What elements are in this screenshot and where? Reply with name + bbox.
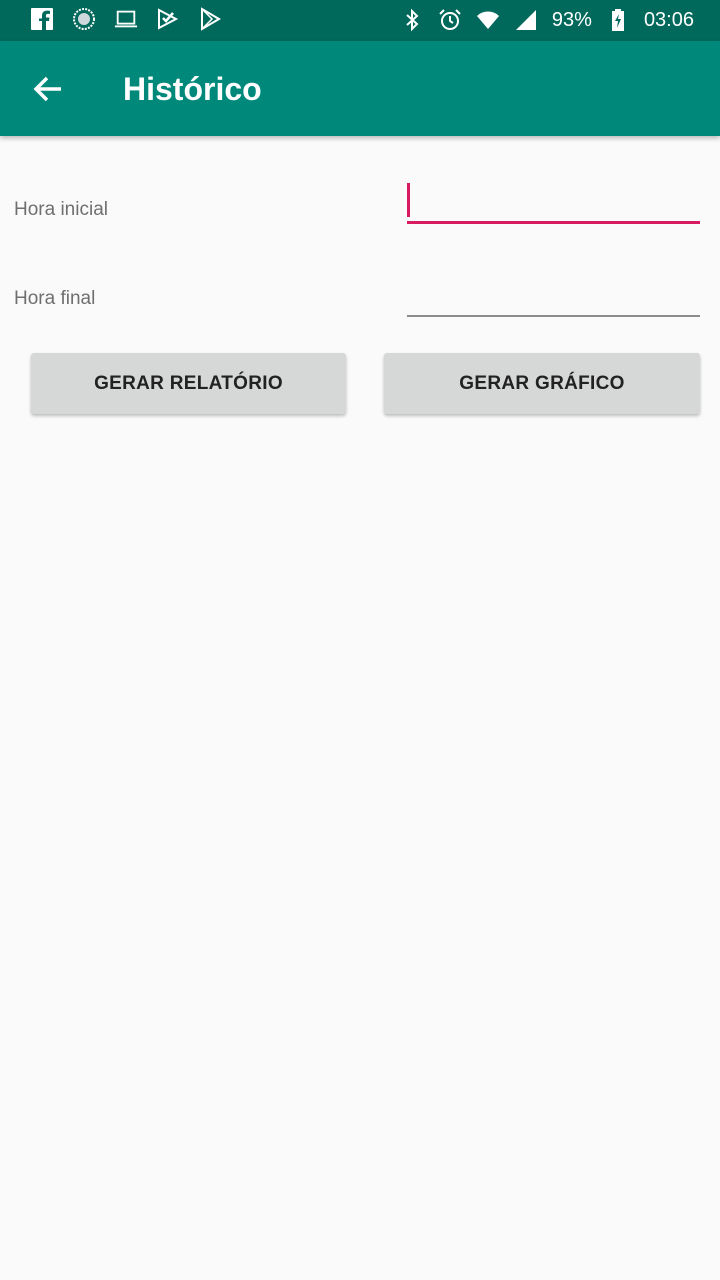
globe-icon xyxy=(73,8,95,30)
battery-icon xyxy=(611,9,624,31)
start-time-underline xyxy=(407,221,700,224)
arrow-back-icon[interactable] xyxy=(28,69,68,109)
notification-icons xyxy=(30,7,222,31)
tasks-icon xyxy=(158,8,179,30)
app-bar: Histórico xyxy=(0,41,720,136)
start-time-label: Hora inicial xyxy=(14,199,108,220)
end-time-label: Hora final xyxy=(14,288,96,309)
status-bar: 93% 03:06 xyxy=(0,0,720,41)
text-cursor xyxy=(407,183,410,217)
page-title: Histórico xyxy=(123,71,262,107)
clock: 03:06 xyxy=(643,9,694,31)
play-store-icon xyxy=(201,7,221,31)
end-time-input[interactable] xyxy=(407,280,700,317)
wifi-icon xyxy=(476,11,499,29)
alarm-icon xyxy=(439,9,461,30)
system-icons: 93% 03:06 xyxy=(400,7,694,33)
signal-icon xyxy=(515,10,536,30)
facebook-icon xyxy=(31,8,53,30)
laptop-icon xyxy=(114,10,138,28)
bluetooth-icon xyxy=(406,8,419,32)
generate-report-button[interactable]: GERAR RELATÓRIO xyxy=(31,353,346,414)
battery-percent: 93% xyxy=(551,9,592,31)
end-time-underline xyxy=(407,315,700,317)
start-time-input[interactable] xyxy=(407,180,700,224)
generate-chart-button[interactable]: GERAR GRÁFICO xyxy=(384,353,700,414)
